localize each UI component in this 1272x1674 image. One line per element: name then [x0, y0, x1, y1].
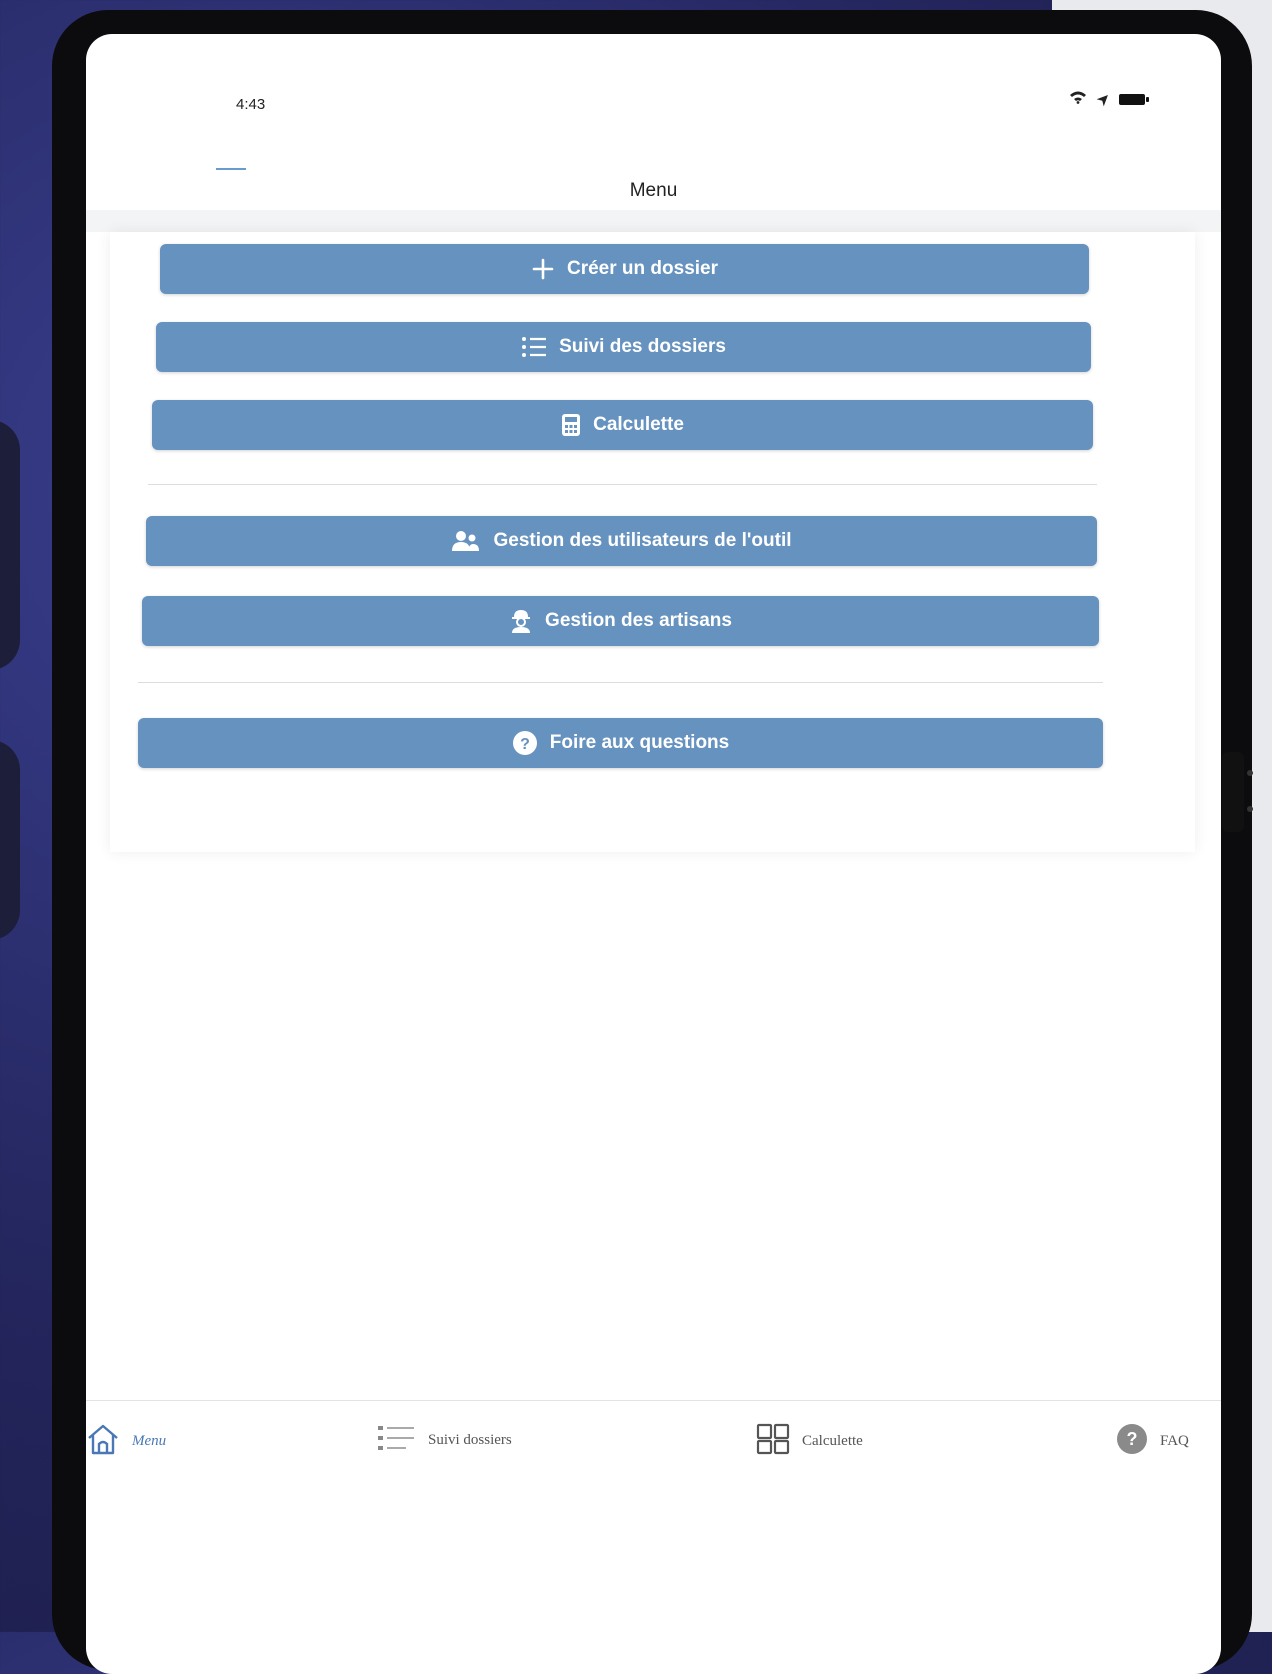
- nav-item-calculator[interactable]: Calculette: [756, 1423, 863, 1460]
- nav-item-track-dossiers[interactable]: Suivi dossiers: [376, 1423, 512, 1458]
- location-arrow-icon: [1093, 90, 1113, 110]
- track-dossiers-button[interactable]: Suivi des dossiers: [156, 322, 1091, 372]
- nav-item-menu[interactable]: Menu: [86, 1423, 166, 1460]
- list-icon: [521, 336, 547, 358]
- bottom-nav: Menu Suivi dossiers Calculette ? FAQ: [86, 1400, 1221, 1521]
- manage-artisans-button[interactable]: Gestion des artisans: [142, 596, 1099, 646]
- calculator-icon: [561, 413, 581, 437]
- calculator-label: Calculette: [593, 414, 684, 435]
- nav-label-faq: FAQ: [1160, 1433, 1189, 1449]
- manage-artisans-label: Gestion des artisans: [545, 610, 732, 631]
- nav-item-faq[interactable]: ? FAQ: [1116, 1423, 1189, 1460]
- nav-label-menu: Menu: [132, 1433, 167, 1449]
- plus-icon: [531, 257, 555, 281]
- background-tile: [0, 420, 20, 670]
- tablet-side-dot: [1247, 770, 1253, 776]
- manage-users-button[interactable]: Gestion des utilisateurs de l'outil: [146, 516, 1097, 566]
- manage-users-label: Gestion des utilisateurs de l'outil: [493, 530, 792, 551]
- question-circle-icon: ?: [1116, 1423, 1148, 1460]
- app-screen: 4:43 Menu Créer un dossier Suivi des dos…: [86, 34, 1221, 1674]
- question-circle-icon: ?: [512, 730, 538, 756]
- status-time: 4:43: [236, 96, 266, 113]
- menu-divider: [148, 484, 1097, 485]
- faq-button[interactable]: ? Foire aux questions: [138, 718, 1103, 768]
- users-icon: [451, 529, 481, 553]
- track-dossiers-label: Suivi des dossiers: [559, 336, 726, 357]
- background-tile: [0, 740, 20, 940]
- battery-icon: [1119, 94, 1149, 105]
- svg-text:?: ?: [520, 736, 530, 753]
- menu-divider: [138, 682, 1103, 683]
- hamburger-icon[interactable]: [216, 168, 246, 170]
- worker-icon: [509, 608, 533, 634]
- status-icons: [1069, 90, 1149, 110]
- create-dossier-label: Créer un dossier: [567, 258, 718, 279]
- tablet-side-dot: [1247, 806, 1253, 812]
- page-title: Menu: [629, 180, 678, 201]
- faq-label: Foire aux questions: [549, 732, 730, 753]
- svg-text:?: ?: [1127, 1429, 1138, 1449]
- create-dossier-button[interactable]: Créer un dossier: [160, 244, 1089, 294]
- tablet-side-buttons: [1222, 752, 1244, 832]
- wifi-icon: [1069, 90, 1087, 109]
- list-icon: [376, 1423, 416, 1458]
- home-icon: [86, 1423, 120, 1460]
- nav-label-calculator: Calculette: [802, 1433, 863, 1449]
- calculator-icon: [756, 1423, 790, 1460]
- nav-label-track-dossiers: Suivi dossiers: [428, 1432, 512, 1448]
- header-shadow: [86, 210, 1221, 232]
- menu-card: Créer un dossier Suivi des dossiers Calc…: [110, 232, 1195, 852]
- calculator-button[interactable]: Calculette: [152, 400, 1093, 450]
